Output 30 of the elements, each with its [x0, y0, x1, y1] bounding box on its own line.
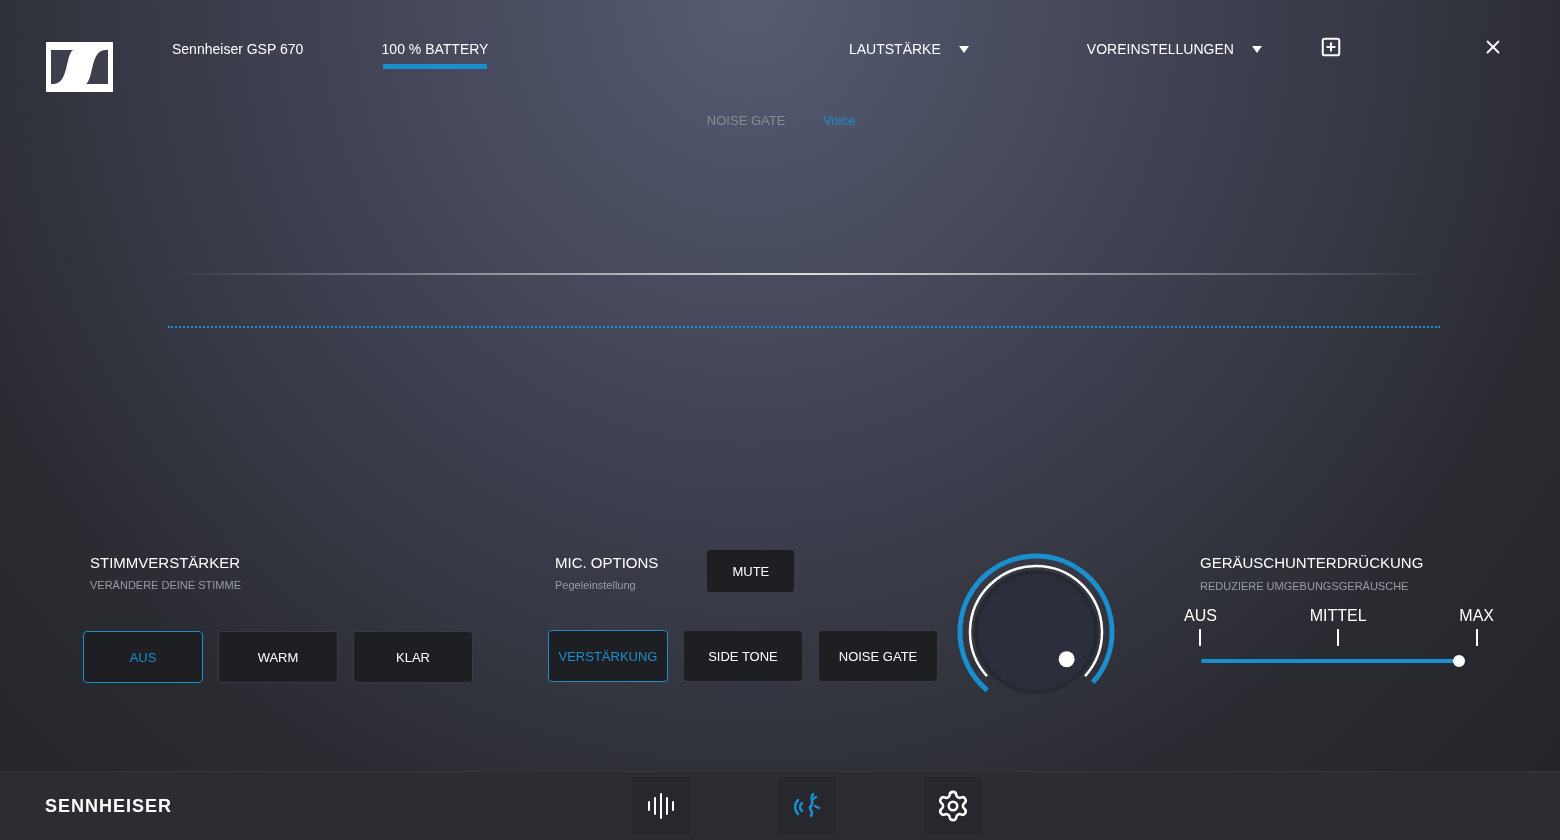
- section-title: GERÄUSCHUNTERDRÜCKUNG: [1200, 554, 1425, 571]
- caret-icon: [958, 45, 969, 53]
- mic-option-button[interactable]: SIDE TONE: [683, 630, 803, 682]
- add-button[interactable]: [1319, 36, 1342, 58]
- scale-label: MITTEL: [1309, 607, 1367, 646]
- voice-option-button[interactable]: WARM: [218, 631, 338, 683]
- nav-button[interactable]: [632, 777, 690, 835]
- nav-button[interactable]: [924, 777, 982, 835]
- voice-option-button[interactable]: KLAR: [353, 631, 473, 683]
- scale-label: AUS: [1184, 607, 1217, 646]
- dropdown-menu[interactable]: VOREINSTELLUNGEN: [1086, 41, 1262, 57]
- brand-wordmark: SENNHEISER: [45, 795, 173, 817]
- device-name: Sennheiser GSP 670: [172, 41, 305, 57]
- section-subtitle: VERÄNDERE DEINE STIMME: [90, 579, 242, 591]
- section-subtitle: REDUZIERE UMGEBUNGSGERÄUSCHE: [1200, 580, 1410, 592]
- mic-option-button[interactable]: VERSTÄRKUNG: [548, 630, 668, 682]
- section-subtitle: Pegeleinstellung: [555, 579, 637, 591]
- voice-option-button[interactable]: AUS: [83, 631, 203, 683]
- scale-label: MAX: [1459, 607, 1494, 646]
- battery-label: 100 % BATTERY: [381, 41, 489, 57]
- dropdown-menu[interactable]: LAUTSTÄRKE: [849, 41, 969, 57]
- section-title: MIC. OPTIONS: [555, 554, 659, 571]
- settings-icon: [936, 789, 970, 823]
- caret-icon: [1251, 45, 1262, 53]
- waveform-icon: [645, 792, 677, 820]
- section-title: STIMMVERSTÄRKER: [90, 554, 241, 571]
- logo-icon: [46, 42, 113, 92]
- mic-option-button[interactable]: NOISE GATE: [818, 630, 938, 682]
- gain-knob[interactable]: [956, 552, 1116, 694]
- mute-button[interactable]: MUTE: [706, 549, 796, 593]
